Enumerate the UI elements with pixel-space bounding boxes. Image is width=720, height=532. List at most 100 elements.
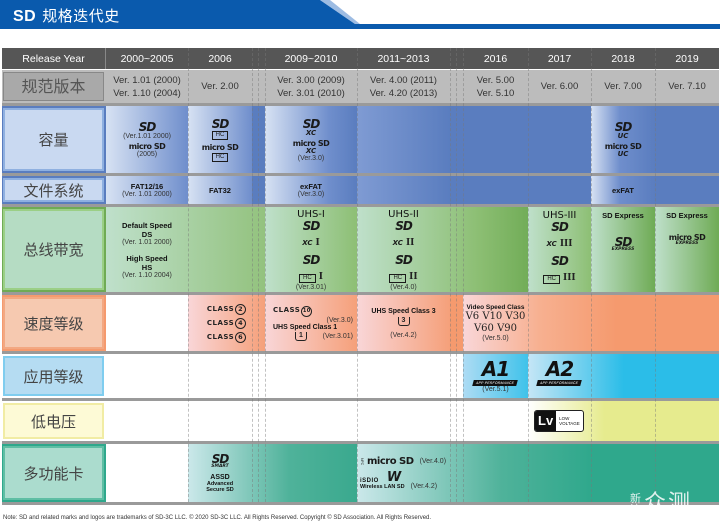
bus-2017: UHS-III SD XC III SD HC III — [528, 207, 591, 292]
version-text: Ver. 6.00 — [540, 81, 579, 92]
column-guide — [655, 48, 656, 502]
microsd-nfc-logo: micro SD — [367, 455, 414, 467]
filesystem-note: (Ver. 1.01 2000) — [122, 191, 172, 198]
row-label-filesystem: 文件系统 — [3, 178, 104, 202]
bus-note: (Ver.4.0) — [390, 283, 417, 291]
speed-2000 — [106, 295, 188, 351]
hc-mark: HC — [389, 273, 407, 283]
row-app: 应用等级 A1 APP PERFORMANCE (Ver.5.1) A2 APP… — [2, 354, 719, 398]
multi-2000 — [106, 444, 188, 502]
row-label-capacity: 容量 — [3, 108, 104, 171]
header-col-2016: 2016 — [483, 52, 508, 65]
assd-title: ASSD — [210, 473, 230, 481]
wireless-lan-caption: Wireless LAN SD — [360, 483, 405, 490]
capacity-2000: SD (Ver.1.01 2000) micro SD (2005) — [106, 106, 188, 173]
class-4-logo: CLASS 4 — [195, 317, 259, 329]
capacity-2006: SD HC micro SD HC — [188, 106, 252, 173]
lv-text-voltage: VOLTAGE — [559, 421, 580, 426]
version-text: Ver. 5.10 — [476, 87, 515, 99]
hc-mark: HC — [211, 130, 229, 140]
a2-block: A2 APP PERFORMANCE — [528, 359, 591, 386]
sdxc-logo: SD — [551, 220, 569, 234]
sd-logo: SD — [138, 120, 157, 134]
version-text: Ver. 7.10 — [668, 81, 706, 92]
roman-numeral: II — [405, 237, 415, 248]
uhs-speed-title: UHS Speed Class 1 — [273, 323, 338, 331]
version-2011: Ver. 4.00 (2011) Ver. 4.20 (2013) — [357, 70, 450, 103]
roman-numeral: I — [315, 237, 320, 248]
uhs-title: UHS-I — [297, 208, 325, 220]
version-2006: Ver. 2.00 — [188, 70, 252, 103]
capacity-note: (2005) — [136, 151, 158, 158]
header-col-2006: 2006 — [208, 52, 232, 65]
class-text: CLASS — [206, 304, 235, 313]
bus-abbr: HS — [141, 262, 153, 272]
capacity-2009: SD XC micro SD XC (Ver.3.0) — [265, 106, 357, 173]
sdhc-logo: SD — [302, 252, 321, 267]
column-guide — [188, 48, 189, 502]
column-guide — [357, 48, 358, 502]
version-text: Ver. 4.00 (2011) — [370, 74, 437, 86]
filesystem-name: exFAT — [300, 182, 322, 191]
assd-block: SD SMART ASSD Advanced Secure SD — [188, 453, 252, 493]
bus-note: (Ver. 1.01 2000) — [122, 238, 172, 246]
uhs-speed-1: 1 (Ver.3.01) — [273, 331, 357, 341]
nfc-label: NFC — [360, 457, 364, 466]
filesystem-2009: exFAT (Ver.3.0) — [265, 176, 357, 204]
filesystem-2018: exFAT — [591, 176, 655, 204]
xc-mark: XC — [305, 128, 317, 137]
video-speed-class: Video Speed Class V6 V10 V30 V60 V90 (Ve… — [463, 304, 528, 342]
class-text: CLASS — [273, 305, 301, 314]
version-2017: Ver. 6.00 — [528, 70, 591, 103]
bus-title: High Speed — [126, 253, 168, 263]
xc-mark: XC — [302, 238, 313, 247]
version-2009: Ver. 3.00 (2009) Ver. 3.01 (2010) — [265, 70, 357, 103]
header-col-2011: 2011~2013 — [377, 52, 430, 65]
version-text: Ver. 7.00 — [604, 81, 642, 92]
express-mark: EXPRESS — [675, 241, 699, 246]
class-text: CLASS — [206, 318, 235, 327]
bus-default-speed: Default Speed DS (Ver. 1.01 2000) High S… — [106, 221, 188, 279]
capacity-2018: SD UC micro SD UC — [591, 106, 655, 173]
version-text: Ver. 5.00 — [476, 74, 515, 86]
watermark: 新浪众测 — [630, 485, 692, 517]
isdio-logo: iSDIO W Wireless LAN SD — [360, 471, 405, 490]
a1-logo: A1 — [481, 357, 510, 381]
speed-2011: UHS Speed Class 3 3 (Ver.4.2) — [357, 295, 450, 351]
version-text: Ver. 3.00 (2009) — [277, 74, 345, 86]
video-speed-marks: V6 V10 V30 — [465, 311, 526, 322]
header-row: Release Year 2000~2005 2006 2009~2010 20… — [2, 48, 719, 69]
class-6-logo: CLASS 6 — [195, 331, 259, 343]
xc-mark: XC — [305, 146, 317, 155]
low-voltage-logo: Lv LOW VOLTAGE — [534, 410, 584, 432]
class-number: 6 — [235, 331, 247, 343]
title-cn: 规格迭代史 — [42, 7, 120, 25]
sdhc-logo: SD — [211, 116, 230, 131]
version-text: Ver. 2.00 — [201, 81, 239, 92]
speed-note: (Ver.5.0) — [482, 335, 509, 342]
column-guide — [463, 48, 464, 502]
uc-mark: UC — [617, 150, 629, 158]
class-10-logo: CLASS 10 — [273, 305, 313, 317]
nfc-microsd-row: NFC micro SD (Ver.4.0) — [360, 455, 446, 467]
row-label-lowvolt: 低电压 — [3, 403, 104, 439]
lv-text-low: LOW — [559, 415, 570, 421]
trademark-note: Note: SD and related marks and logos are… — [3, 515, 432, 521]
smart-mark: SMART — [211, 464, 229, 470]
version-text: Ver. 3.01 (2010) — [277, 87, 345, 99]
filesystem-2000: FAT12/16 (Ver. 1.01 2000) — [106, 176, 188, 204]
title-latin: SD — [13, 8, 37, 25]
video-speed-marks: V60 V90 — [473, 323, 518, 334]
a2-logo: A2 — [545, 356, 574, 381]
bus-2000: Default Speed DS (Ver. 1.01 2000) High S… — [106, 207, 265, 292]
sdhc-logo: SD — [395, 252, 413, 267]
row-capacity: 容量 SD (Ver.1.01 2000) micro SD (2005) SD… — [2, 106, 719, 173]
sdxc-logo: SD — [395, 218, 413, 233]
bus-note: (Ver.3.01) — [295, 283, 327, 291]
express-mark: EXPRESS — [611, 247, 635, 252]
version-2000: Ver. 1.01 (2000) Ver. 1.10 (2004) — [106, 70, 188, 103]
watermark-big: 众测 — [644, 491, 693, 516]
class-2-logo: CLASS 2 — [195, 303, 259, 315]
header-col-2019: 2019 — [675, 52, 699, 65]
hc-mark: HC — [211, 152, 229, 162]
